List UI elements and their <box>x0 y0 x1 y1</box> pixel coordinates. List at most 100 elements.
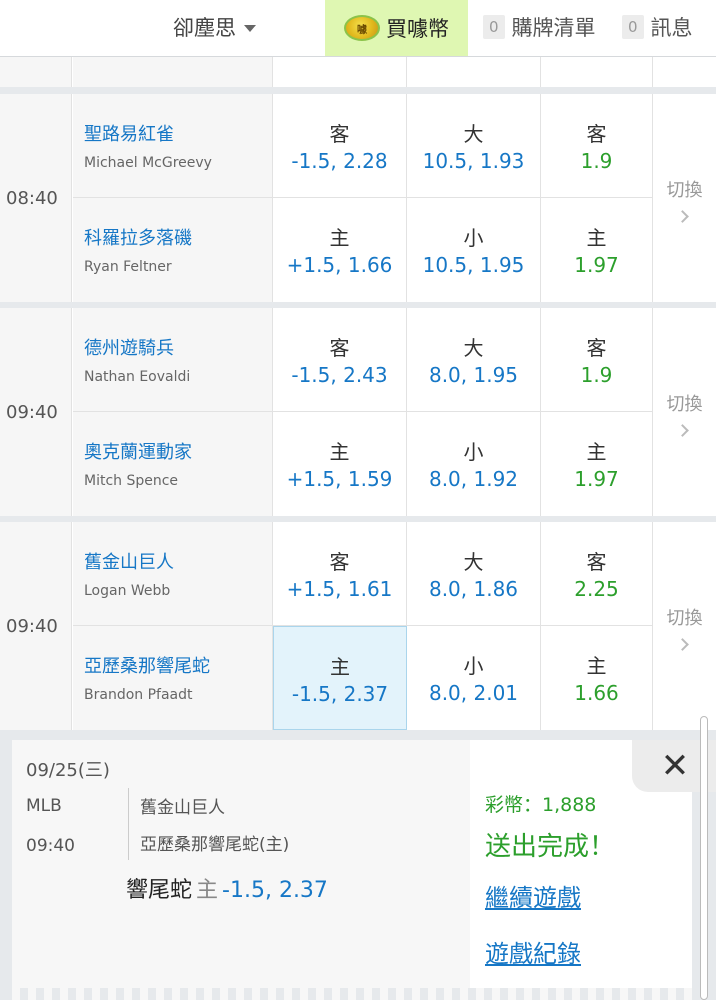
switch-label: 切換 <box>666 179 703 201</box>
team-cell: 奧克蘭運動家 Mitch Spence <box>73 412 273 516</box>
cart-button[interactable]: 0 購牌清單 <box>483 12 596 42</box>
messages-label: 訊息 <box>650 16 693 40</box>
odds-side: 主 <box>586 654 607 678</box>
divider <box>128 788 129 860</box>
team-name: 德州遊騎兵 <box>84 338 174 359</box>
odds-value: +1.5, 1.59 <box>286 467 393 491</box>
pitcher-name: Brandon Pfaadt <box>84 687 193 703</box>
odds-value: 1.9 <box>580 149 613 173</box>
chevron-right-icon <box>676 209 689 223</box>
switch-label: 切換 <box>666 607 703 629</box>
odds-side: 客 <box>329 550 350 574</box>
team-cell: 聖路易紅雀 Michael McGreevy <box>73 94 273 198</box>
spread-odds-cell[interactable]: 客 +1.5, 1.61 <box>273 522 407 626</box>
odds-value: 10.5, 1.93 <box>422 149 525 173</box>
odds-side: 主 <box>586 440 607 464</box>
odds-side: 大 <box>463 550 484 574</box>
odds-side: 小 <box>463 226 484 250</box>
total-odds-cell[interactable]: 小 10.5, 1.95 <box>407 198 541 302</box>
game-row: 09:40 舊金山巨人 Logan Webb 客 +1.5, 1.61 大 8.… <box>0 522 716 730</box>
continue-game-link[interactable]: 繼續遊戲 <box>485 878 581 913</box>
odds-value: 8.0, 1.95 <box>428 363 519 387</box>
username: 卻塵思 <box>173 16 236 40</box>
odds-value: 2.25 <box>574 577 619 601</box>
pick-team: 響尾蛇 <box>126 878 193 903</box>
odds-side: 主 <box>330 655 350 679</box>
odds-side: 大 <box>463 122 484 146</box>
chevron-right-icon <box>676 637 689 651</box>
switch-button[interactable]: 切換 <box>653 94 716 302</box>
odds-side: 客 <box>586 122 607 146</box>
moneyline-odds-cell[interactable]: 主 1.97 <box>541 412 653 516</box>
scrollbar[interactable] <box>700 716 708 1000</box>
switch-button[interactable]: 切換 <box>653 308 716 516</box>
total-odds-cell[interactable]: 大 10.5, 1.93 <box>407 94 541 198</box>
moneyline-odds-cell[interactable]: 主 1.66 <box>541 626 653 730</box>
team-name: 亞歷桑那響尾蛇 <box>84 656 210 677</box>
spread-odds-cell-selected[interactable]: 主 -1.5, 2.37 <box>273 626 407 730</box>
moneyline-odds-cell[interactable]: 客 2.25 <box>541 522 653 626</box>
odds-value: +1.5, 1.61 <box>286 577 393 601</box>
pitcher-name: Logan Webb <box>84 583 171 599</box>
caret-down-icon <box>244 25 256 32</box>
odds-value: -1.5, 2.28 <box>291 149 388 173</box>
game-row: 09:40 德州遊騎兵 Nathan Eovaldi 客 -1.5, 2.43 … <box>0 308 716 516</box>
bet-ticket-panel: 09/25(三) MLB 09:40 舊金山巨人 亞歷桑那響尾蛇(主) 響尾蛇主… <box>12 740 716 988</box>
moneyline-odds-cell[interactable]: 客 1.9 <box>541 94 653 198</box>
messages-button[interactable]: 0 訊息 <box>622 12 693 42</box>
partial-game-row <box>0 57 716 87</box>
odds-side: 主 <box>586 226 607 250</box>
odds-value: 1.97 <box>574 467 619 491</box>
odds-value: +1.5, 1.66 <box>286 253 393 277</box>
odds-value: 8.0, 1.92 <box>428 467 519 491</box>
switch-button[interactable]: 切換 <box>653 522 716 730</box>
odds-side: 小 <box>463 654 484 678</box>
pitcher-name: Ryan Feltner <box>84 259 172 275</box>
pick-odds: -1.5, 2.37 <box>222 878 328 903</box>
user-menu[interactable]: 卻塵思 <box>173 12 256 42</box>
game-time: 09:40 <box>0 522 72 730</box>
total-odds-cell[interactable]: 小 8.0, 1.92 <box>407 412 541 516</box>
submit-complete-text: 送出完成！ <box>485 832 616 862</box>
team-name: 聖路易紅雀 <box>84 124 174 145</box>
odds-side: 客 <box>329 122 350 146</box>
odds-value: -1.5, 2.37 <box>291 682 389 706</box>
buy-coins-button[interactable]: 噱 買噱幣 <box>325 0 468 56</box>
odds-side: 主 <box>329 226 350 250</box>
messages-count-badge: 0 <box>622 15 644 39</box>
pitcher-name: Michael McGreevy <box>84 155 212 171</box>
ticket-date: 09/25(三) <box>26 760 110 781</box>
total-odds-cell[interactable]: 大 8.0, 1.95 <box>407 308 541 412</box>
odds-value: 1.9 <box>580 363 613 387</box>
odds-value: 1.97 <box>574 253 619 277</box>
moneyline-odds-cell[interactable]: 客 1.9 <box>541 308 653 412</box>
cart-count-badge: 0 <box>483 15 505 39</box>
odds-side: 小 <box>463 440 484 464</box>
team-name: 奧克蘭運動家 <box>84 442 192 463</box>
ticket-team-home: 亞歷桑那響尾蛇(主) <box>140 835 290 855</box>
odds-value: -1.5, 2.43 <box>291 363 388 387</box>
moneyline-odds-cell[interactable]: 主 1.97 <box>541 198 653 302</box>
team-cell: 亞歷桑那響尾蛇 Brandon Pfaadt <box>73 626 273 730</box>
game-history-link[interactable]: 遊戲紀錄 <box>485 934 581 969</box>
odds-value: 8.0, 1.86 <box>428 577 519 601</box>
total-odds-cell[interactable]: 大 8.0, 1.86 <box>407 522 541 626</box>
spread-odds-cell[interactable]: 客 -1.5, 2.43 <box>273 308 407 412</box>
odds-value: 1.66 <box>574 681 619 705</box>
odds-side: 客 <box>329 336 350 360</box>
odds-value: 8.0, 2.01 <box>428 681 519 705</box>
game-time: 08:40 <box>0 94 72 302</box>
team-cell: 德州遊騎兵 Nathan Eovaldi <box>73 308 273 412</box>
game-row: 08:40 聖路易紅雀 Michael McGreevy 客 -1.5, 2.2… <box>0 94 716 302</box>
spread-odds-cell[interactable]: 主 +1.5, 1.66 <box>273 198 407 302</box>
ticket-edge <box>12 988 692 1000</box>
ticket-team-away: 舊金山巨人 <box>140 798 225 818</box>
team-name: 科羅拉多落磯 <box>84 228 192 249</box>
chevron-right-icon <box>676 423 689 437</box>
spread-odds-cell[interactable]: 客 -1.5, 2.28 <box>273 94 407 198</box>
odds-side: 客 <box>586 550 607 574</box>
spread-odds-cell[interactable]: 主 +1.5, 1.59 <box>273 412 407 516</box>
switch-label: 切換 <box>666 393 703 415</box>
ticket-league: MLB <box>26 796 62 816</box>
total-odds-cell[interactable]: 小 8.0, 2.01 <box>407 626 541 730</box>
